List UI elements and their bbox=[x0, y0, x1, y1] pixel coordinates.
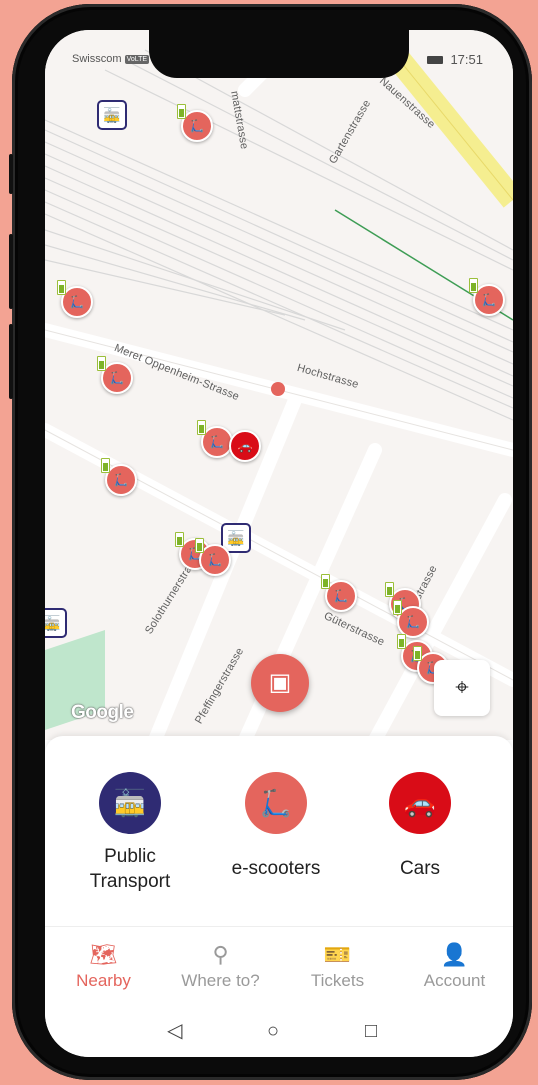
carrier-name: Swisscom bbox=[72, 53, 122, 65]
scooter-pin[interactable]: 🛴 bbox=[469, 278, 505, 316]
scooter-pin[interactable]: 🛴 bbox=[177, 104, 213, 142]
notch bbox=[149, 30, 409, 78]
tab-where-to[interactable]: ⚲ Where to? bbox=[162, 941, 279, 991]
tab-account[interactable]: 👤 Account bbox=[396, 941, 513, 991]
scooter-pin[interactable]: 🛴 bbox=[57, 280, 93, 318]
ticket-icon: 🎫 bbox=[323, 942, 352, 967]
qr-scan-button[interactable]: ▣ bbox=[251, 654, 309, 712]
tab-nearby[interactable]: 🗺 Nearby bbox=[45, 941, 162, 991]
phone-side-button bbox=[9, 324, 13, 399]
my-location-button[interactable]: ⌖ bbox=[434, 660, 490, 716]
crosshair-icon: ⌖ bbox=[455, 674, 469, 701]
recents-icon[interactable]: □ bbox=[365, 1016, 377, 1046]
bottom-tab-bar: 🗺 Nearby ⚲ Where to? 🎫 Tickets 👤 Account bbox=[45, 941, 513, 1001]
battery-icon bbox=[426, 56, 443, 64]
phone-frame: mattstrasse Gartenstrasse Nauenstrasse M… bbox=[9, 4, 532, 1080]
back-icon[interactable]: ◁ bbox=[167, 1016, 182, 1046]
scooter-pin[interactable]: 🛴 bbox=[101, 458, 137, 496]
phone-side-button bbox=[9, 234, 13, 309]
tab-label: Nearby bbox=[76, 971, 131, 990]
tram-stop-pin[interactable]: 🚋 bbox=[45, 608, 67, 638]
volte-badge: VoLTE bbox=[124, 55, 150, 64]
search-icon: ⚲ bbox=[212, 942, 229, 967]
carrier: Swisscom VoLTE bbox=[72, 53, 150, 65]
google-logo: Google bbox=[71, 702, 134, 723]
scooter-pin[interactable]: 🛴 bbox=[197, 420, 233, 458]
status-time-wrap: 17:51 bbox=[426, 52, 483, 67]
bottom-sheet: 🚋 Public Transport 🛴 e-scooters 🚗 Cars 🗺… bbox=[45, 736, 513, 1057]
android-nav-bar: ◁ ○ □ bbox=[45, 1016, 513, 1046]
status-time: 17:51 bbox=[450, 52, 483, 67]
tab-tickets[interactable]: 🎫 Tickets bbox=[279, 941, 396, 991]
category-label: Cars bbox=[399, 858, 441, 879]
category-public-transport[interactable]: 🚋 Public Transport bbox=[60, 772, 200, 894]
qr-code-icon: ▣ bbox=[268, 669, 292, 696]
tram-stop-pin[interactable]: 🚋 bbox=[97, 100, 127, 130]
map-view[interactable]: mattstrasse Gartenstrasse Nauenstrasse M… bbox=[45, 30, 513, 740]
tab-label: Tickets bbox=[310, 971, 365, 990]
scooter-icon: 🛴 bbox=[245, 772, 307, 834]
car-pin[interactable]: 🚗 bbox=[229, 430, 261, 462]
person-icon: 👤 bbox=[440, 942, 469, 967]
category-label: e-scooters bbox=[231, 858, 321, 879]
category-cars[interactable]: 🚗 Cars bbox=[350, 772, 490, 881]
location-dot bbox=[271, 382, 285, 396]
scooter-pin[interactable]: 🛴 bbox=[97, 356, 133, 394]
car-icon: 🚗 bbox=[389, 772, 451, 834]
map-icon: 🗺 bbox=[89, 942, 118, 967]
category-e-scooters[interactable]: 🛴 e-scooters bbox=[206, 772, 346, 881]
tab-label: Where to? bbox=[181, 971, 260, 990]
home-icon[interactable]: ○ bbox=[267, 1016, 279, 1046]
scooter-pin[interactable]: 🛴 bbox=[195, 538, 231, 576]
category-label: Public Transport bbox=[89, 846, 171, 892]
tab-label: Account bbox=[423, 971, 486, 990]
phone-side-button bbox=[9, 154, 13, 194]
divider bbox=[45, 926, 513, 927]
scooter-pin[interactable]: 🛴 bbox=[321, 574, 357, 612]
tram-icon: 🚋 bbox=[99, 772, 161, 834]
app-screen: mattstrasse Gartenstrasse Nauenstrasse M… bbox=[45, 30, 513, 1057]
